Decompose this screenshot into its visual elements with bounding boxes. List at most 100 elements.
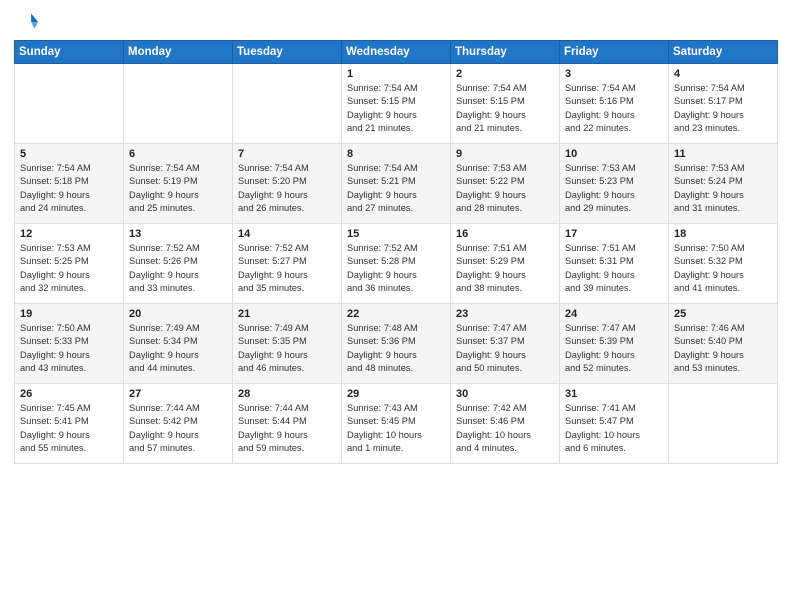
calendar-cell: 8 Sunrise: 7:54 AM Sunset: 5:21 PM Daylig… xyxy=(342,144,451,224)
calendar-header-tuesday: Tuesday xyxy=(233,41,342,64)
day-info: Sunrise: 7:47 AM Sunset: 5:37 PM Dayligh… xyxy=(456,322,554,376)
day-number: 4 xyxy=(674,68,772,80)
day-number: 3 xyxy=(565,68,663,80)
day-number: 18 xyxy=(674,228,772,240)
calendar-cell: 2 Sunrise: 7:54 AM Sunset: 5:15 PM Daylig… xyxy=(451,64,560,144)
calendar-cell: 27 Sunrise: 7:44 AM Sunset: 5:42 PM Dayli… xyxy=(124,384,233,464)
day-info: Sunrise: 7:43 AM Sunset: 5:45 PM Dayligh… xyxy=(347,402,445,456)
calendar-cell: 4 Sunrise: 7:54 AM Sunset: 5:17 PM Daylig… xyxy=(669,64,778,144)
calendar-cell: 31Sunrise: 7:41 AM Sunset: 5:47 PM Dayli… xyxy=(560,384,669,464)
calendar-week-2: 5Sunrise: 7:54 AM Sunset: 5:18 PM Daylig… xyxy=(15,144,778,224)
day-number: 6 xyxy=(129,148,227,160)
day-number: 30 xyxy=(456,388,554,400)
day-info: Sunrise: 7:44 AM Sunset: 5:42 PM Dayligh… xyxy=(129,402,227,456)
calendar-header-sunday: Sunday xyxy=(15,41,124,64)
calendar-cell: 19 Sunrise: 7:50 AM Sunset: 5:33 PM Dayli… xyxy=(15,304,124,384)
calendar-cell: 29 Sunrise: 7:43 AM Sunset: 5:45 PM Dayli… xyxy=(342,384,451,464)
day-info: Sunrise: 7:54 AM Sunset: 5:21 PM Dayligh… xyxy=(347,162,445,216)
day-info: Sunrise: 7:52 AM Sunset: 5:28 PM Dayligh… xyxy=(347,242,445,296)
day-info: Sunrise: 7:46 AM Sunset: 5:40 PM Dayligh… xyxy=(674,322,772,376)
calendar-week-4: 19 Sunrise: 7:50 AM Sunset: 5:33 PM Dayli… xyxy=(15,304,778,384)
calendar-cell: 30 Sunrise: 7:42 AM Sunset: 5:46 PM Dayli… xyxy=(451,384,560,464)
calendar-week-5: 26 Sunrise: 7:45 AM Sunset: 5:41 PM Dayli… xyxy=(15,384,778,464)
calendar-cell: 25 Sunrise: 7:46 AM Sunset: 5:40 PM Dayli… xyxy=(669,304,778,384)
day-info: Sunrise: 7:52 AM Sunset: 5:26 PM Dayligh… xyxy=(129,242,227,296)
calendar-header-wednesday: Wednesday xyxy=(342,41,451,64)
day-info: Sunrise: 7:48 AM Sunset: 5:36 PM Dayligh… xyxy=(347,322,445,376)
day-info: Sunrise: 7:49 AM Sunset: 5:35 PM Dayligh… xyxy=(238,322,336,376)
header xyxy=(14,10,778,34)
day-number: 12 xyxy=(20,228,118,240)
calendar-cell: 12 Sunrise: 7:53 AM Sunset: 5:25 PM Dayli… xyxy=(15,224,124,304)
day-info: Sunrise: 7:54 AM Sunset: 5:15 PM Dayligh… xyxy=(456,82,554,136)
day-number: 27 xyxy=(129,388,227,400)
calendar-cell: 24Sunrise: 7:47 AM Sunset: 5:39 PM Dayli… xyxy=(560,304,669,384)
calendar-cell: 7Sunrise: 7:54 AM Sunset: 5:20 PM Daylig… xyxy=(233,144,342,224)
day-number: 24 xyxy=(565,308,663,320)
calendar-header-monday: Monday xyxy=(124,41,233,64)
calendar-cell: 16Sunrise: 7:51 AM Sunset: 5:29 PM Dayli… xyxy=(451,224,560,304)
day-number: 9 xyxy=(456,148,554,160)
day-info: Sunrise: 7:54 AM Sunset: 5:16 PM Dayligh… xyxy=(565,82,663,136)
calendar-table: SundayMondayTuesdayWednesdayThursdayFrid… xyxy=(14,40,778,464)
day-number: 16 xyxy=(456,228,554,240)
day-info: Sunrise: 7:53 AM Sunset: 5:22 PM Dayligh… xyxy=(456,162,554,216)
day-number: 2 xyxy=(456,68,554,80)
day-number: 26 xyxy=(20,388,118,400)
calendar-cell: 11 Sunrise: 7:53 AM Sunset: 5:24 PM Dayli… xyxy=(669,144,778,224)
day-number: 8 xyxy=(347,148,445,160)
calendar-cell: 9 Sunrise: 7:53 AM Sunset: 5:22 PM Daylig… xyxy=(451,144,560,224)
day-number: 31 xyxy=(565,388,663,400)
day-info: Sunrise: 7:53 AM Sunset: 5:23 PM Dayligh… xyxy=(565,162,663,216)
day-info: Sunrise: 7:54 AM Sunset: 5:19 PM Dayligh… xyxy=(129,162,227,216)
day-info: Sunrise: 7:50 AM Sunset: 5:33 PM Dayligh… xyxy=(20,322,118,376)
calendar-cell: 28 Sunrise: 7:44 AM Sunset: 5:44 PM Dayli… xyxy=(233,384,342,464)
day-info: Sunrise: 7:54 AM Sunset: 5:20 PM Dayligh… xyxy=(238,162,336,216)
calendar-header-thursday: Thursday xyxy=(451,41,560,64)
day-number: 11 xyxy=(674,148,772,160)
day-number: 13 xyxy=(129,228,227,240)
day-number: 22 xyxy=(347,308,445,320)
calendar-cell: 3 Sunrise: 7:54 AM Sunset: 5:16 PM Daylig… xyxy=(560,64,669,144)
day-info: Sunrise: 7:44 AM Sunset: 5:44 PM Dayligh… xyxy=(238,402,336,456)
calendar-header-friday: Friday xyxy=(560,41,669,64)
day-info: Sunrise: 7:53 AM Sunset: 5:24 PM Dayligh… xyxy=(674,162,772,216)
day-number: 19 xyxy=(20,308,118,320)
calendar-cell: 21 Sunrise: 7:49 AM Sunset: 5:35 PM Dayli… xyxy=(233,304,342,384)
day-number: 1 xyxy=(347,68,445,80)
day-info: Sunrise: 7:42 AM Sunset: 5:46 PM Dayligh… xyxy=(456,402,554,456)
calendar-cell: 23 Sunrise: 7:47 AM Sunset: 5:37 PM Dayli… xyxy=(451,304,560,384)
calendar-cell: 20 Sunrise: 7:49 AM Sunset: 5:34 PM Dayli… xyxy=(124,304,233,384)
calendar-cell xyxy=(669,384,778,464)
day-info: Sunrise: 7:49 AM Sunset: 5:34 PM Dayligh… xyxy=(129,322,227,376)
day-number: 14 xyxy=(238,228,336,240)
calendar-cell: 18 Sunrise: 7:50 AM Sunset: 5:32 PM Dayli… xyxy=(669,224,778,304)
calendar-cell xyxy=(15,64,124,144)
day-number: 5 xyxy=(20,148,118,160)
day-number: 21 xyxy=(238,308,336,320)
calendar-cell: 10 Sunrise: 7:53 AM Sunset: 5:23 PM Dayli… xyxy=(560,144,669,224)
day-number: 23 xyxy=(456,308,554,320)
calendar-cell: 14 Sunrise: 7:52 AM Sunset: 5:27 PM Dayli… xyxy=(233,224,342,304)
calendar-cell: 15Sunrise: 7:52 AM Sunset: 5:28 PM Dayli… xyxy=(342,224,451,304)
calendar-cell xyxy=(233,64,342,144)
calendar-cell xyxy=(124,64,233,144)
day-info: Sunrise: 7:50 AM Sunset: 5:32 PM Dayligh… xyxy=(674,242,772,296)
calendar-week-1: 1 Sunrise: 7:54 AM Sunset: 5:15 PM Daylig… xyxy=(15,64,778,144)
day-number: 17 xyxy=(565,228,663,240)
day-number: 29 xyxy=(347,388,445,400)
day-info: Sunrise: 7:53 AM Sunset: 5:25 PM Dayligh… xyxy=(20,242,118,296)
calendar-header-saturday: Saturday xyxy=(669,41,778,64)
day-number: 25 xyxy=(674,308,772,320)
day-info: Sunrise: 7:45 AM Sunset: 5:41 PM Dayligh… xyxy=(20,402,118,456)
day-number: 10 xyxy=(565,148,663,160)
day-info: Sunrise: 7:51 AM Sunset: 5:31 PM Dayligh… xyxy=(565,242,663,296)
day-info: Sunrise: 7:54 AM Sunset: 5:17 PM Dayligh… xyxy=(674,82,772,136)
day-number: 20 xyxy=(129,308,227,320)
day-info: Sunrise: 7:54 AM Sunset: 5:15 PM Dayligh… xyxy=(347,82,445,136)
calendar-cell: 6 Sunrise: 7:54 AM Sunset: 5:19 PM Daylig… xyxy=(124,144,233,224)
calendar-cell: 13 Sunrise: 7:52 AM Sunset: 5:26 PM Dayli… xyxy=(124,224,233,304)
day-number: 28 xyxy=(238,388,336,400)
day-info: Sunrise: 7:52 AM Sunset: 5:27 PM Dayligh… xyxy=(238,242,336,296)
calendar-cell: 5Sunrise: 7:54 AM Sunset: 5:18 PM Daylig… xyxy=(15,144,124,224)
